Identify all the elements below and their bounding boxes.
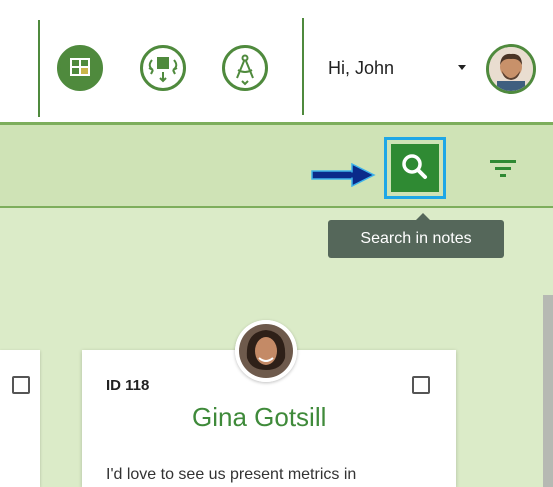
note-author-name: Gina Gotsill [192,402,327,432]
filter-icon[interactable] [490,158,518,180]
header-divider-left [38,20,40,117]
user-greeting[interactable]: Hi, John [328,58,394,79]
note-author-avatar [235,320,297,382]
note-select-checkbox[interactable] [412,376,430,394]
note-text: I'd love to see us present metrics in [106,466,357,483]
compass-icon [236,54,254,86]
move-notes-button[interactable] [140,45,186,91]
search-notes-button[interactable] [384,137,446,199]
pointer-arrow-icon [311,163,376,187]
move-arrows-icon [148,57,178,83]
board-scrollbar[interactable] [543,295,553,487]
search-tooltip: Search in notes [328,213,504,258]
note-select-checkbox[interactable] [12,376,30,394]
search-icon [402,154,427,179]
toolbar-top-border [0,122,553,125]
note-id: ID 118 [106,377,150,394]
note-card-partial[interactable] [0,350,40,487]
board-layout-icon [70,58,90,76]
header-divider-right [302,18,304,115]
notes-toolbar [0,122,553,208]
user-avatar[interactable] [486,44,536,94]
user-menu-caret-icon[interactable] [458,65,466,70]
compass-button[interactable] [222,45,268,91]
board-view-button[interactable] [57,45,103,91]
